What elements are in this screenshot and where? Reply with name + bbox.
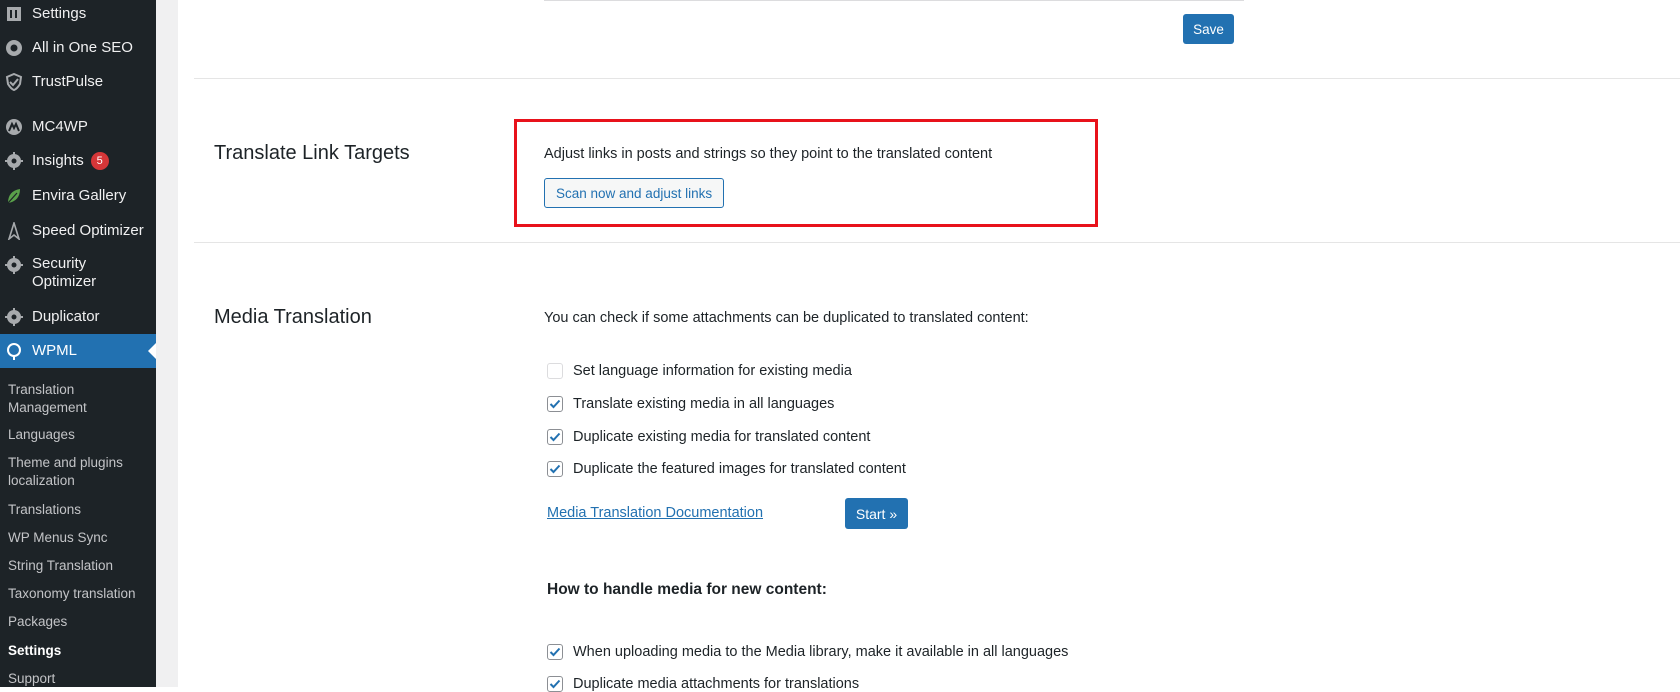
checkbox-label: Duplicate existing media for translated … — [573, 429, 871, 445]
insights-icon — [4, 151, 24, 171]
media-intro-text: You can check if some attachments can be… — [544, 310, 1029, 326]
admin-sidebar: Settings All in One SEO TrustPulse MC4WP… — [0, 0, 156, 687]
sidebar-item-envira-gallery[interactable]: Envira Gallery — [0, 186, 156, 206]
sidebar-item-label: Duplicator — [32, 308, 100, 325]
option-translate-existing-media: Translate existing media in all language… — [547, 396, 834, 412]
submenu-item-taxonomy-translation[interactable]: Taxonomy translation — [8, 585, 150, 603]
checkbox-label: Duplicate media attachments for translat… — [573, 676, 860, 692]
active-indicator — [148, 343, 156, 359]
submenu-item-languages[interactable]: Languages — [8, 426, 150, 444]
section-divider — [194, 242, 1680, 243]
sidebar-item-mc4wp[interactable]: MC4WP — [0, 117, 156, 137]
duplicator-icon — [4, 307, 24, 327]
settings-icon — [4, 4, 24, 24]
new-content-heading: How to handle media for new content: — [547, 581, 827, 598]
start-button[interactable]: Start » — [845, 498, 908, 529]
section-divider — [194, 78, 1680, 79]
submenu-item-wp-menus-sync[interactable]: WP Menus Sync — [8, 529, 150, 547]
security-icon — [4, 255, 24, 275]
section-title-link-targets: Translate Link Targets — [214, 142, 410, 164]
speed-icon — [4, 221, 24, 241]
checkbox[interactable] — [547, 363, 563, 379]
option-duplicate-featured-images: Duplicate the featured images for transl… — [547, 461, 906, 477]
notification-badge: 5 — [90, 152, 109, 170]
submenu-item-support[interactable]: Support — [8, 670, 150, 688]
sidebar-item-label: WPML — [32, 342, 77, 359]
checkbox-label: Translate existing media in all language… — [573, 396, 835, 412]
checkbox[interactable] — [547, 461, 563, 477]
mc4wp-icon — [4, 117, 24, 137]
wpml-icon — [4, 341, 24, 361]
sidebar-item-label: Insights — [32, 152, 84, 169]
checkbox-label: Duplicate the featured images for transl… — [573, 461, 906, 477]
checkbox-label: Set language information for existing me… — [573, 363, 852, 379]
submenu-item-packages[interactable]: Packages — [8, 613, 150, 631]
option-duplicate-attachments: Duplicate media attachments for translat… — [547, 676, 859, 692]
highlight-box — [514, 119, 1098, 227]
option-upload-all-languages: When uploading media to the Media librar… — [547, 644, 1068, 660]
sidebar-item-trustpulse[interactable]: TrustPulse — [0, 72, 156, 92]
sidebar-item-label: Envira Gallery — [32, 187, 127, 204]
submenu-item-translation-management[interactable]: Translation Management — [8, 381, 150, 417]
sidebar-item-settings[interactable]: Settings — [0, 4, 156, 24]
checkmark-icon — [549, 432, 561, 442]
trustpulse-icon — [4, 72, 24, 92]
checkbox[interactable] — [547, 429, 563, 445]
sidebar-item-label: Speed Optimizer — [32, 222, 144, 239]
submenu-item-translations[interactable]: Translations — [8, 501, 150, 519]
submenu-item-theme-plugins-localization[interactable]: Theme and plugins localization — [8, 454, 150, 490]
top-divider — [544, 0, 1244, 1]
link-targets-description: Adjust links in posts and strings so the… — [544, 146, 993, 162]
checkmark-icon — [549, 464, 561, 474]
submenu-item-settings[interactable]: Settings — [8, 642, 150, 660]
sidebar-item-duplicator[interactable]: Duplicator — [0, 307, 156, 327]
option-set-language-info: Set language information for existing me… — [547, 363, 852, 379]
option-duplicate-existing-media: Duplicate existing media for translated … — [547, 429, 870, 445]
aioseo-icon — [4, 38, 24, 58]
submenu-item-string-translation[interactable]: String Translation — [8, 557, 150, 575]
sidebar-item-label: Settings — [32, 5, 87, 22]
sidebar-item-security-optimizer[interactable]: Security Optimizer — [0, 255, 156, 291]
checkmark-icon — [549, 647, 561, 657]
sidebar-item-speed-optimizer[interactable]: Speed Optimizer — [0, 221, 156, 241]
sidebar-item-label: MC4WP — [32, 118, 88, 135]
checkmark-icon — [549, 399, 561, 409]
scan-adjust-links-button[interactable]: Scan now and adjust links — [544, 178, 725, 208]
section-title-media-translation: Media Translation — [214, 306, 372, 328]
checkbox[interactable] — [547, 644, 563, 660]
sidebar-item-insights[interactable]: Insights 5 — [0, 151, 156, 171]
sidebar-item-label: All in One SEO — [32, 39, 133, 56]
sidebar-item-label: Security Optimizer — [32, 255, 97, 290]
sidebar-item-label: TrustPulse — [32, 73, 104, 90]
save-button[interactable]: Save — [1183, 14, 1234, 44]
checkbox[interactable] — [547, 676, 563, 692]
leaf-icon — [4, 186, 24, 206]
content-gutter — [156, 0, 178, 687]
checkmark-icon — [549, 679, 561, 689]
sidebar-item-all-in-one-seo[interactable]: All in One SEO — [0, 38, 156, 58]
media-translation-doc-link[interactable]: Media Translation Documentation — [547, 505, 763, 521]
sidebar-item-wpml[interactable]: WPML — [0, 334, 156, 368]
checkbox[interactable] — [547, 396, 563, 412]
checkbox-label: When uploading media to the Media librar… — [573, 644, 1069, 660]
